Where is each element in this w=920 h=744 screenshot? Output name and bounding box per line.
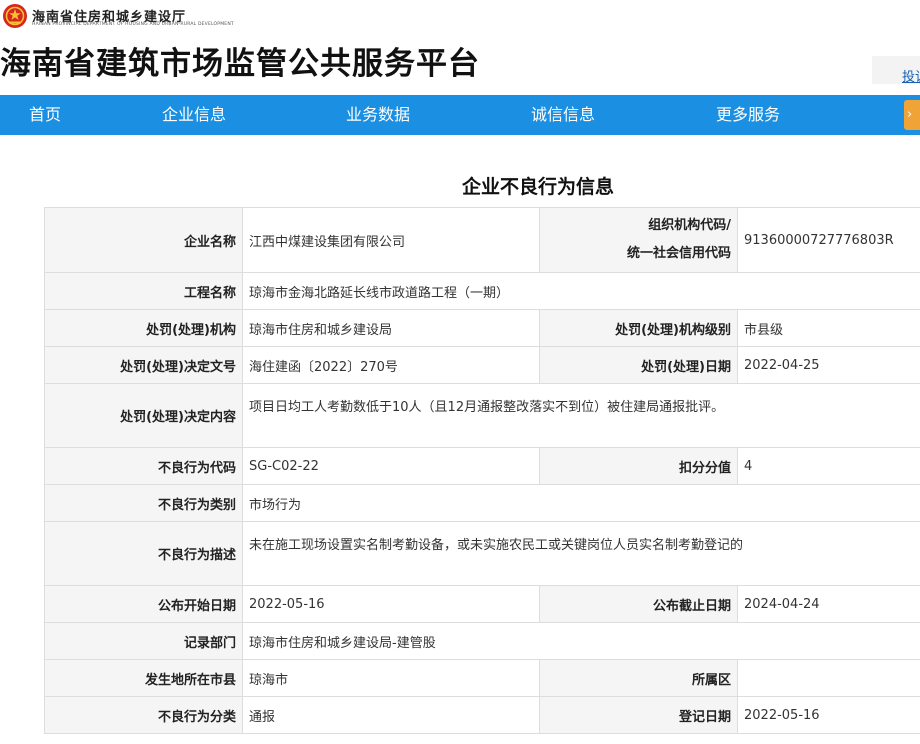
top-header: 海南省住房和城乡建设厅 HAINAN PROVINCIAL DEPARTMENT… — [0, 0, 920, 34]
nav-item-home[interactable]: 首页 — [29, 95, 61, 135]
complaint-link[interactable]: 投诉 — [902, 66, 920, 85]
record-dept-label: 记录部门 — [44, 622, 243, 660]
table-row: 处罚(处理)机构 琼海市住房和城乡建设局 处罚(处理)机构级别 市县级 — [44, 309, 920, 347]
org-code-value: 91360000727776803R — [737, 207, 920, 273]
page-title: 企业不良行为信息 — [461, 176, 614, 198]
table-row: 处罚(处理)决定文号 海住建函〔2022〕270号 处罚(处理)日期 2022-… — [44, 346, 920, 384]
city-value: 琼海市 — [242, 659, 540, 697]
penalty-date-label: 处罚(处理)日期 — [539, 346, 738, 384]
bad-behavior-table: 企业名称 江西中煤建设集团有限公司 组织机构代码/ 统一社会信用代码 91360… — [44, 207, 920, 734]
nav-item-credit[interactable]: 诚信信息 — [531, 95, 595, 135]
penalty-level-value: 市县级 — [737, 309, 920, 347]
table-row: 工程名称 琼海市金海北路延长线市政道路工程（一期） — [44, 272, 920, 310]
deduction-label: 扣分分值 — [539, 447, 738, 485]
penalty-org-label: 处罚(处理)机构 — [44, 309, 243, 347]
table-row: 不良行为描述 未在施工现场设置实名制考勤设备，或未实施农民工或关键岗位人员实名制… — [44, 521, 920, 586]
project-name-value: 琼海市金海北路延长线市政道路工程（一期） — [242, 272, 920, 310]
main-nav: 首页 企业信息 业务数据 诚信信息 更多服务 — [0, 95, 920, 135]
publish-start-label: 公布开始日期 — [44, 585, 243, 623]
decision-no-value: 海住建函〔2022〕270号 — [242, 346, 540, 384]
register-date-value: 2022-05-16 — [737, 696, 920, 734]
org-code-label: 组织机构代码/ 统一社会信用代码 — [539, 207, 738, 273]
behavior-desc-value: 未在施工现场设置实名制考勤设备，或未实施农民工或关键岗位人员实名制考勤登记的 — [242, 521, 920, 586]
company-name-value: 江西中煤建设集团有限公司 — [242, 207, 540, 273]
classification-value: 通报 — [242, 696, 540, 734]
table-row: 不良行为类别 市场行为 — [44, 484, 920, 522]
classification-label: 不良行为分类 — [44, 696, 243, 734]
nav-item-more-services[interactable]: 更多服务 — [716, 95, 780, 135]
publish-end-label: 公布截止日期 — [539, 585, 738, 623]
nav-item-business-data[interactable]: 业务数据 — [346, 95, 410, 135]
register-date-label: 登记日期 — [539, 696, 738, 734]
decision-content-label: 处罚(处理)决定内容 — [44, 383, 243, 448]
table-row: 公布开始日期 2022-05-16 公布截止日期 2024-04-24 — [44, 585, 920, 623]
penalty-level-label: 处罚(处理)机构级别 — [539, 309, 738, 347]
table-row: 企业名称 江西中煤建设集团有限公司 组织机构代码/ 统一社会信用代码 91360… — [44, 207, 920, 273]
penalty-date-value: 2022-04-25 — [737, 346, 920, 384]
table-row: 处罚(处理)决定内容 项目日均工人考勤数低于10人（且12月通报整改落实不到位）… — [44, 383, 920, 448]
table-row: 不良行为分类 通报 登记日期 2022-05-16 — [44, 696, 920, 734]
deduction-value: 4 — [737, 447, 920, 485]
decision-no-label: 处罚(处理)决定文号 — [44, 346, 243, 384]
table-row: 不良行为代码 SG-C02-22 扣分分值 4 — [44, 447, 920, 485]
behavior-code-value: SG-C02-22 — [242, 447, 540, 485]
nav-extra-button[interactable]: › — [904, 100, 920, 130]
org-code-label-line1: 组织机构代码/ — [648, 218, 731, 233]
org-code-label-line2: 统一社会信用代码 — [626, 246, 731, 261]
publish-end-value: 2024-04-24 — [737, 585, 920, 623]
project-name-label: 工程名称 — [44, 272, 243, 310]
national-emblem-icon — [3, 4, 27, 28]
behavior-category-value: 市场行为 — [242, 484, 920, 522]
table-row: 记录部门 琼海市住房和城乡建设局-建管股 — [44, 622, 920, 660]
city-label: 发生地所在市县 — [44, 659, 243, 697]
behavior-category-label: 不良行为类别 — [44, 484, 243, 522]
department-name-english: HAINAN PROVINCIAL DEPARTMENT OF HOUSING … — [32, 22, 234, 27]
publish-start-value: 2022-05-16 — [242, 585, 540, 623]
behavior-desc-label: 不良行为描述 — [44, 521, 243, 586]
district-value — [737, 659, 920, 697]
decision-content-value: 项目日均工人考勤数低于10人（且12月通报整改落实不到位）被住建局通报批评。 — [242, 383, 920, 448]
site-title: 海南省建筑市场监管公共服务平台 — [0, 46, 480, 82]
district-label: 所属区 — [539, 659, 738, 697]
nav-item-enterprise[interactable]: 企业信息 — [162, 95, 226, 135]
behavior-code-label: 不良行为代码 — [44, 447, 243, 485]
penalty-org-value: 琼海市住房和城乡建设局 — [242, 309, 540, 347]
company-name-label: 企业名称 — [44, 207, 243, 273]
record-dept-value: 琼海市住房和城乡建设局-建管股 — [242, 622, 920, 660]
table-row: 发生地所在市县 琼海市 所属区 — [44, 659, 920, 697]
